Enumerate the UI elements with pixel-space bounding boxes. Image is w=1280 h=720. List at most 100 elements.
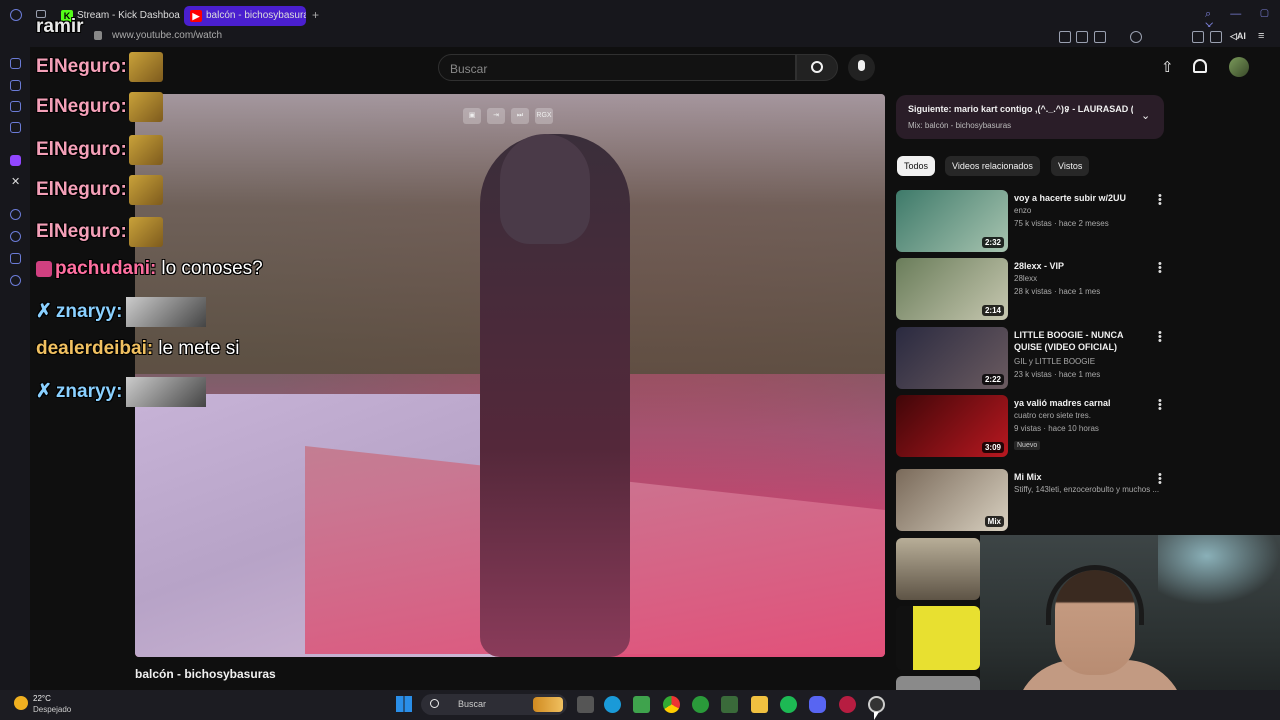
mic-icon <box>858 60 865 71</box>
taskbar-search[interactable]: Buscar <box>421 694 567 715</box>
more-options-icon[interactable]: • • • <box>1158 470 1162 489</box>
search-input[interactable]: Buscar <box>438 54 796 81</box>
sword-badge-icon: ✗ <box>36 381 52 403</box>
related-video-item[interactable]: 2:22 LITTLE BOOGIE - NUNCA QUISE (VIDEO O… <box>896 327 1162 389</box>
minecraft-icon[interactable] <box>633 696 650 713</box>
related-thumb-partial[interactable] <box>896 676 980 690</box>
more-options-icon[interactable]: • • • <box>1158 396 1162 415</box>
channel-name[interactable]: GIL y LITTLE BOOGIE <box>1014 356 1159 367</box>
weather-desc: Despejado <box>33 705 72 714</box>
ai-button[interactable]: ◁AI <box>1230 31 1246 42</box>
create-icon[interactable]: ⇧ <box>1161 58 1174 76</box>
chat-emote <box>126 297 207 327</box>
video-thumbnail[interactable]: 2:14 <box>896 258 1008 320</box>
related-thumb-partial[interactable] <box>896 606 980 670</box>
sidebar-settings-icon[interactable] <box>10 275 21 286</box>
sidebar-x-icon[interactable]: ✕ <box>11 175 20 188</box>
avatar[interactable] <box>1229 57 1249 77</box>
duration-badge: 3:09 <box>981 442 1004 453</box>
sidebar-cube-icon[interactable] <box>10 253 21 264</box>
sidebar-bag-icon[interactable] <box>10 80 21 91</box>
related-video-item[interactable]: 2:14 28lexx - VIP 28lexx 28 k vistas · hace… <box>896 258 1162 320</box>
new-tab-button[interactable]: + <box>312 8 319 22</box>
menu-icon[interactable]: ≡ <box>1258 30 1264 42</box>
chat-username: dealerdeibai: <box>36 338 154 359</box>
obs-icon[interactable] <box>868 696 885 713</box>
more-options-icon[interactable]: • • • <box>1158 259 1162 278</box>
video-player[interactable]: ▣ ⇥ ⏭ RGX <box>135 94 885 657</box>
chat-text: le mete si <box>158 338 240 359</box>
new-badge: Nuevo <box>1014 441 1041 450</box>
opera-gx-icon[interactable] <box>839 696 856 713</box>
duration-badge: 2:14 <box>981 305 1004 316</box>
sidebar-arrow-icon[interactable] <box>10 58 21 69</box>
sidebar-mail-icon[interactable] <box>10 122 21 133</box>
windows-start-icon[interactable] <box>396 696 412 712</box>
video-overlay-controls: ▣ ⇥ ⏭ RGX <box>463 104 563 124</box>
sidebar-play-icon[interactable] <box>10 209 21 220</box>
edge-icon[interactable] <box>604 696 621 713</box>
channel-name[interactable]: 28lexx <box>1014 273 1159 284</box>
heart-icon[interactable] <box>1130 31 1142 43</box>
chip-related[interactable]: Videos relacionados <box>945 156 1040 176</box>
related-video-title[interactable]: 28lexx - VIP <box>1014 260 1146 272</box>
overlay-rgx-button[interactable]: RGX <box>535 108 553 124</box>
browser-menu-icon[interactable] <box>10 9 22 21</box>
video-stats: 28 k vistas · hace 1 mes <box>1014 287 1101 296</box>
cast-icon[interactable]: ⇥ <box>487 108 505 124</box>
video-thumbnail[interactable]: 2:22 <box>896 327 1008 389</box>
video-title: balcón - bichosybasuras <box>135 667 276 681</box>
related-video-item[interactable]: 2:32 voy a hacerte subir w/2UU enzo 75 k vi… <box>896 190 1162 252</box>
related-video-item[interactable]: 3:09 ya valió madres carnal cuatro cero si… <box>896 395 1162 457</box>
channel-name[interactable]: enzo <box>1014 205 1159 216</box>
task-view-icon[interactable] <box>577 696 594 713</box>
up-next-card[interactable]: Siguiente: mario kart contigo ,(^._.^)ទ … <box>896 95 1164 139</box>
skip-icon[interactable]: ⏭ <box>511 108 529 124</box>
chat-username: ElNeguro: <box>36 96 127 118</box>
related-video-item[interactable]: Mix Mi Mix Stiffy, 143leti, enzocerobulto … <box>896 469 1162 531</box>
app-green-icon[interactable] <box>721 696 738 713</box>
pip-icon[interactable]: ▣ <box>463 108 481 124</box>
download-icon[interactable] <box>1210 31 1222 43</box>
chip-watched[interactable]: Vistos <box>1051 156 1090 176</box>
channel-name[interactable]: cuatro cero siete tres. <box>1014 410 1159 421</box>
more-options-icon[interactable]: • • • <box>1158 328 1162 347</box>
chrome-icon[interactable] <box>663 696 680 713</box>
file-explorer-icon[interactable] <box>751 696 768 713</box>
search-highlight-image <box>533 697 563 712</box>
more-options-icon[interactable]: • • • <box>1158 191 1162 210</box>
related-video-title[interactable]: Mi Mix <box>1014 471 1146 483</box>
chevron-down-icon[interactable]: ⌄ <box>1141 109 1150 122</box>
sidebar-clock-icon[interactable] <box>10 231 21 242</box>
extensions-icon[interactable] <box>1192 31 1204 43</box>
url-text[interactable]: www.youtube.com/watch <box>112 30 222 41</box>
video-thumbnail[interactable]: 3:09 <box>896 395 1008 457</box>
chip-todos[interactable]: Todos <box>897 156 936 176</box>
chat-message: ✗ znaryy: <box>36 377 207 407</box>
video-thumbnail[interactable]: Mix <box>896 469 1008 531</box>
discord-icon[interactable] <box>809 696 826 713</box>
chat-message: ✗ znaryy: <box>36 297 207 327</box>
video-thumbnail[interactable]: 2:32 <box>896 190 1008 252</box>
video-stats: 23 k vistas · hace 1 mes <box>1014 370 1101 379</box>
sidebar-gamepad-icon[interactable] <box>10 101 21 112</box>
related-video-title[interactable]: ya valió madres carnal <box>1014 397 1146 409</box>
chat-username: ElNeguro: <box>36 221 127 243</box>
search-button[interactable] <box>796 54 838 81</box>
chat-message: pachudani: lo conoses? <box>36 258 263 280</box>
related-video-title[interactable]: LITTLE BOOGIE - NUNCA QUISE (VIDEO OFICI… <box>1014 329 1146 353</box>
voice-search-button[interactable] <box>848 54 875 81</box>
screenshot-icon[interactable] <box>1076 31 1088 43</box>
xbox-icon[interactable] <box>692 696 709 713</box>
channel-name[interactable]: Stiffy, 143leti, enzocerobulto y muchos … <box>1014 484 1159 495</box>
spotify-icon[interactable] <box>780 696 797 713</box>
related-video-title[interactable]: voy a hacerte subir w/2UU <box>1014 192 1146 204</box>
tab-youtube-active[interactable]: ▶ balcón - bichosybasura <box>184 6 306 26</box>
related-thumb-partial[interactable] <box>896 538 980 600</box>
chat-message: ElNeguro: <box>36 217 163 247</box>
notifications-icon[interactable] <box>1193 59 1207 73</box>
webcam-light <box>1158 535 1280 605</box>
bookmark-icon[interactable] <box>1059 31 1071 43</box>
sidebar-twitch-icon[interactable] <box>10 155 21 166</box>
shield-icon[interactable] <box>1094 31 1106 43</box>
